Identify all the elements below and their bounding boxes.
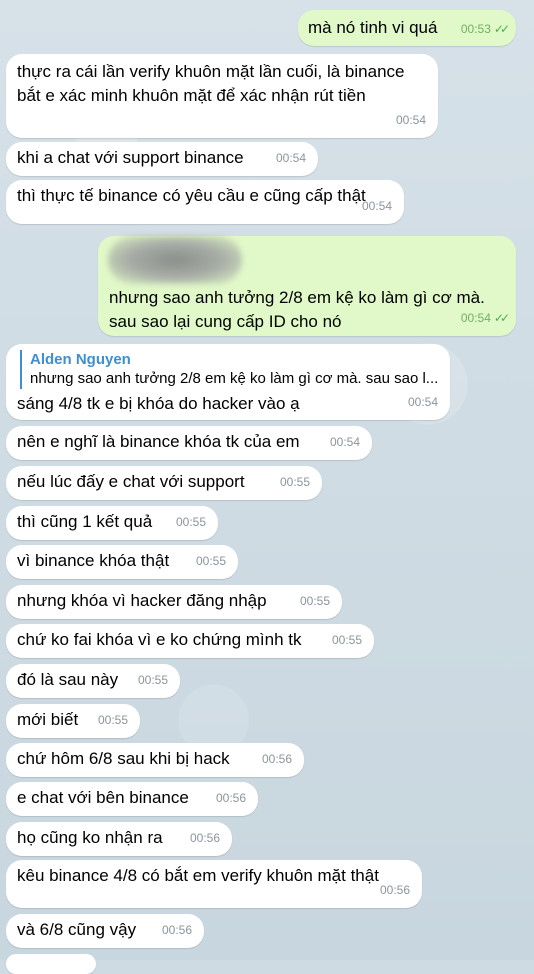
message-time: 00:54	[275, 151, 306, 165]
message-time: 00:56	[189, 831, 220, 845]
message-text: thì thực tế binance có yêu cầu e cũng cấ…	[17, 186, 366, 205]
message-bubble[interactable]: đó là sau này 00:55	[6, 664, 180, 698]
message-bubble[interactable]: thực ra cái lần verify khuôn mặt lần cuố…	[6, 54, 438, 138]
message-bubble[interactable]: khi a chat với support binance 00:54	[6, 142, 318, 176]
message-text: nên e nghĩ là binance khóa tk của em	[17, 432, 300, 451]
message-bubble[interactable]: mà nó tinh vi quá 00:53 ✓✓	[298, 10, 516, 46]
reply-quote[interactable]: Alden Nguyen nhưng sao anh tưởng 2/8 em …	[20, 350, 450, 389]
message-bubble[interactable]: Alden Nguyen nhưng sao anh tưởng 2/8 em …	[6, 344, 450, 420]
message-text: chứ hôm 6/8 sau khi bị hack	[17, 749, 230, 768]
message-bubble[interactable]: họ cũng ko nhận ra 00:56	[6, 822, 232, 856]
message-time: 00:55	[97, 713, 128, 727]
message-text: khi a chat với support binance	[17, 148, 244, 167]
reply-snippet: nhưng sao anh tưởng 2/8 em kệ ko làm gì …	[30, 370, 439, 387]
message-time: 00:55	[195, 554, 226, 568]
message-time: 00:54 ✓✓	[460, 311, 510, 325]
message-time: 00:55	[279, 475, 310, 489]
message-bubble[interactable]: e chat với bên binance 00:56	[6, 782, 258, 816]
message-text: đó là sau này	[17, 670, 119, 689]
message-text: thì cũng 1 kết quả	[17, 512, 153, 531]
message-text: vì binance khóa thật	[17, 551, 170, 570]
message-text: kêu binance 4/8 có bắt em verify khuôn m…	[17, 866, 379, 885]
message-time: 00:54	[395, 113, 426, 127]
message-time: 00:56	[161, 923, 192, 937]
message-bubble[interactable]: nên e nghĩ là binance khóa tk của em 00:…	[6, 426, 372, 460]
message-time: 00:56	[215, 791, 246, 805]
message-bubble[interactable]: thì thực tế binance có yêu cầu e cũng cấ…	[6, 180, 404, 224]
message-text: mà nó tinh vi quá	[308, 18, 438, 37]
message-time: 00:54	[329, 435, 360, 449]
message-bubble[interactable]: và 6/8 cũng vậy 00:56	[6, 914, 204, 948]
message-bubble[interactable]: kêu binance 4/8 có bắt em verify khuôn m…	[6, 860, 422, 908]
message-text: sáng 4/8 tk e bị khóa do hacker vào ạ	[17, 394, 300, 413]
read-checkmarks-icon: ✓✓	[493, 22, 510, 36]
message-bubble[interactable]: nhưng khóa vì hacker đăng nhập 00:55	[6, 585, 342, 619]
message-text: mới biết	[17, 710, 79, 729]
message-bubble[interactable]: nếu lúc đấy e chat với support 00:55	[6, 466, 322, 500]
message-time: 00:56	[261, 752, 292, 766]
read-checkmarks-icon: ✓✓	[493, 311, 510, 325]
message-time: 00:54	[361, 199, 392, 213]
message-bubble[interactable]: mới biết 00:55	[6, 704, 140, 738]
message-text: e chat với bên binance	[17, 788, 189, 807]
message-text: nếu lúc đấy e chat với support	[17, 472, 245, 491]
message-bubble[interactable]: thì cũng 1 kết quả 00:55	[6, 506, 218, 540]
message-text: nhưng sao anh tưởng 2/8 em kệ ko làm gì …	[109, 288, 490, 331]
message-time: 00:55	[175, 515, 206, 529]
message-time: 00:55	[299, 594, 330, 608]
message-bubble[interactable]: vì binance khóa thật 00:55	[6, 545, 238, 579]
message-time: 00:54	[407, 395, 438, 409]
message-text: chứ ko fai khóa vì e ko chứng mình tk	[17, 630, 302, 649]
redacted-blur	[108, 236, 242, 284]
message-time: 00:55	[137, 673, 168, 687]
message-time: 00:55	[331, 633, 362, 647]
message-bubble-partial[interactable]	[6, 954, 96, 974]
message-text: nhưng khóa vì hacker đăng nhập	[17, 591, 267, 610]
message-time: 00:53 ✓✓	[460, 22, 510, 36]
message-time: 00:56	[379, 883, 410, 897]
message-text: họ cũng ko nhận ra	[17, 828, 163, 847]
message-bubble[interactable]: chứ hôm 6/8 sau khi bị hack 00:56	[6, 743, 304, 777]
reply-author: Alden Nguyen	[30, 351, 131, 368]
message-text: thực ra cái lần verify khuôn mặt lần cuố…	[17, 62, 410, 105]
message-bubble[interactable]: chứ ko fai khóa vì e ko chứng mình tk 00…	[6, 624, 374, 658]
message-text: và 6/8 cũng vậy	[17, 920, 137, 939]
